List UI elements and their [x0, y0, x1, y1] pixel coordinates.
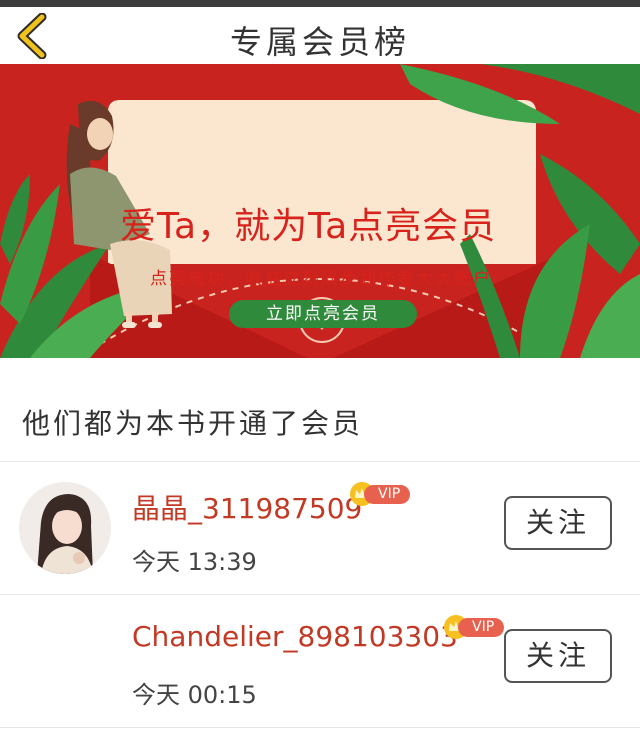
member-name[interactable]: Chandelier_898103303: [132, 620, 458, 653]
follow-button[interactable]: 关注: [504, 496, 612, 550]
member-time: 今天 13:39: [132, 548, 257, 576]
nav-bar: 专属会员榜: [0, 7, 640, 64]
divider: [0, 727, 640, 728]
avatar[interactable]: [19, 482, 111, 574]
light-up-member-button[interactable]: 立即点亮会员: [229, 300, 417, 328]
member-row: Chandelier_898103303 VIP 今天 00:15 关注: [0, 595, 640, 727]
member-row: 晶晶_311987509 VIP 今天 13:39 关注: [0, 462, 640, 594]
status-bar: [0, 0, 640, 7]
vip-label: VIP: [458, 618, 504, 637]
avatar-photo-icon: [19, 482, 111, 574]
promo-banner[interactable]: 爱Ta，就为Ta点亮会员 点亮成功，收益立刻同步到作者大大账户 立即点亮会员: [0, 64, 640, 358]
follow-button[interactable]: 关注: [504, 629, 612, 683]
page-title: 专属会员榜: [229, 23, 410, 61]
banner-subtitle: 点亮成功，收益立刻同步到作者大大账户: [150, 269, 492, 289]
member-time: 今天 00:15: [132, 681, 257, 709]
banner-headline: 爱Ta，就为Ta点亮会员: [120, 206, 497, 247]
vip-label: VIP: [364, 485, 410, 504]
member-name[interactable]: 晶晶_311987509: [132, 487, 362, 527]
section-title: 他们都为本书开通了会员: [22, 407, 364, 440]
